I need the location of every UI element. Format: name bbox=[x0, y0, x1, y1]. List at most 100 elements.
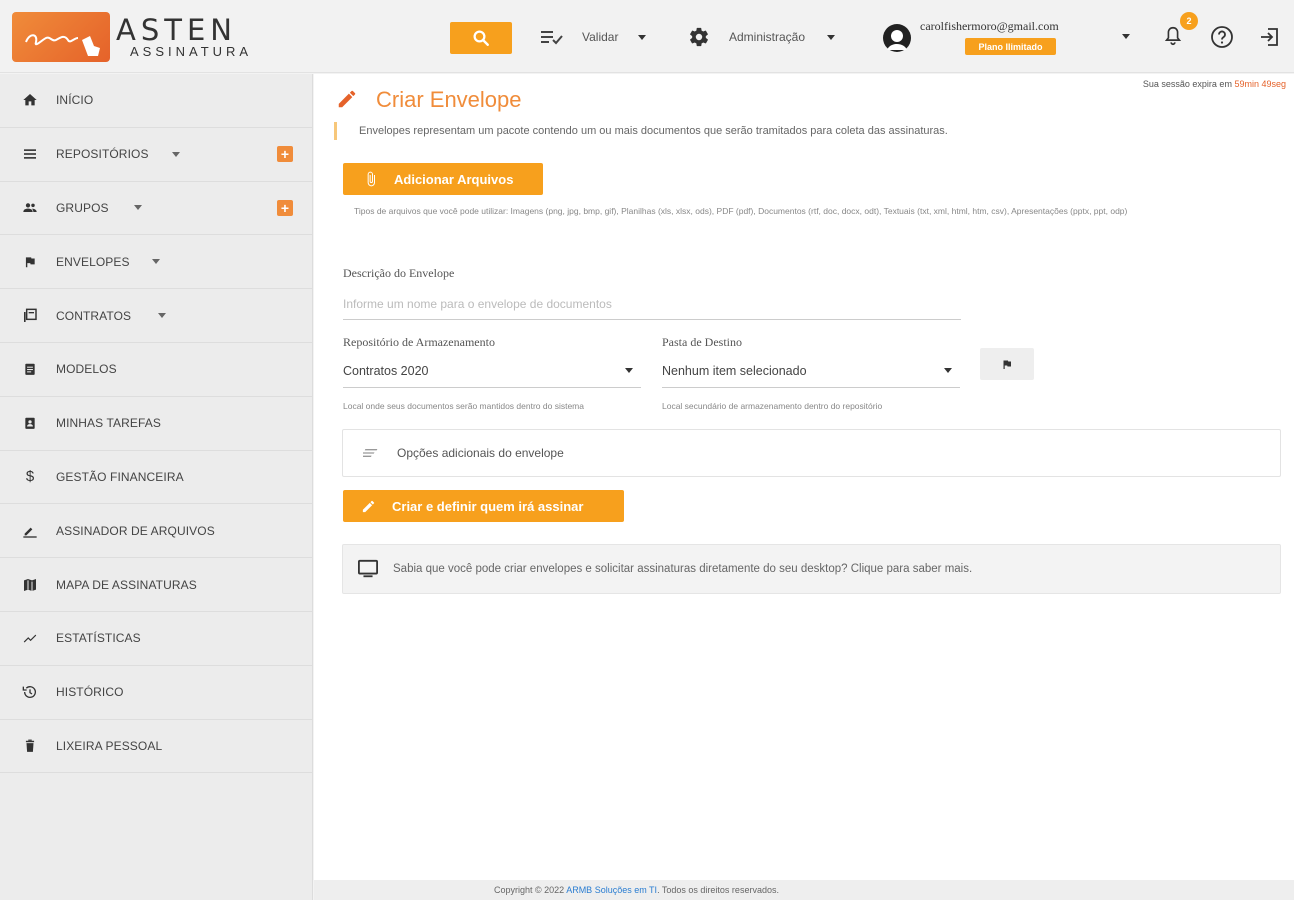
chevron-down-icon bbox=[158, 313, 166, 319]
user-menu-chevron-icon[interactable] bbox=[1122, 34, 1130, 39]
footer: Copyright © 2022 ARMB Soluções em TI. To… bbox=[314, 880, 1294, 900]
brand-logo[interactable] bbox=[12, 12, 110, 62]
folder-select[interactable]: Nenhum item selecionado bbox=[662, 354, 960, 388]
file-types-hint: Tipos de arquivos que você pode utilizar… bbox=[354, 206, 1128, 216]
repo-hint: Local onde seus documentos serão mantido… bbox=[343, 401, 584, 411]
dollar-icon: $ bbox=[25, 468, 35, 486]
sidebar-item-historico[interactable]: HISTÓRICO bbox=[0, 666, 312, 720]
user-email[interactable]: carolfishermoro@gmail.com bbox=[920, 19, 1059, 34]
sidebar-item-label: GRUPOS bbox=[56, 200, 109, 215]
help-icon bbox=[1211, 26, 1233, 48]
select-folder-button[interactable] bbox=[980, 348, 1034, 380]
sidebar-item-label: HISTÓRICO bbox=[56, 685, 124, 700]
pencil-icon bbox=[338, 90, 356, 108]
add-repository-button[interactable]: + bbox=[277, 146, 293, 163]
sidebar-item-gestao-financeira[interactable]: $ GESTÃO FINANCEIRA bbox=[0, 451, 312, 505]
footer-copyright: Copyright © 2022 ARMB Soluções em TI. To… bbox=[494, 885, 779, 895]
folder-selected-value: Nenhum item selecionado bbox=[662, 363, 807, 378]
sidebar-item-label: LIXEIRA PESSOAL bbox=[56, 738, 163, 753]
signature-logo-icon bbox=[25, 34, 100, 56]
library-icon bbox=[20, 306, 40, 326]
monitor-icon bbox=[358, 559, 378, 578]
create-envelope-label: Criar e definir quem irá assinar bbox=[392, 498, 584, 514]
footer-company-link[interactable]: ARMB Soluções em TI bbox=[566, 885, 657, 895]
pencil-icon bbox=[362, 500, 375, 512]
trash-icon bbox=[20, 736, 40, 756]
chevron-down-icon bbox=[944, 368, 952, 373]
sidebar-item-repositorios[interactable]: REPOSITÓRIOS + bbox=[0, 128, 312, 182]
search-button[interactable] bbox=[450, 22, 512, 54]
folder-hint: Local secundário de armazenamento dentro… bbox=[662, 401, 883, 411]
envelope-desc-input[interactable] bbox=[343, 288, 961, 320]
sidebar-item-minhas-tarefas[interactable]: MINHAS TAREFAS bbox=[0, 397, 312, 451]
checklist-icon bbox=[541, 31, 563, 45]
sidebar-item-label: GESTÃO FINANCEIRA bbox=[56, 469, 184, 484]
sidebar-item-assinador-de-arquivos[interactable]: ASSINADOR DE ARQUIVOS bbox=[0, 504, 312, 559]
page-title: Criar Envelope bbox=[376, 87, 522, 112]
sign-icon bbox=[20, 521, 40, 541]
map-icon bbox=[20, 575, 40, 595]
session-prefix: Sua sessão expira em bbox=[1142, 79, 1232, 89]
people-icon bbox=[20, 198, 40, 218]
sidebar: INÍCIO REPOSITÓRIOS + GRUPOS + ENVELOPES… bbox=[0, 74, 313, 900]
folder-label: Pasta de Destino bbox=[662, 335, 742, 349]
home-icon bbox=[20, 90, 40, 110]
logout-button[interactable] bbox=[1258, 25, 1282, 49]
additional-options-label: Opções adicionais do envelope bbox=[397, 446, 564, 460]
options-icon bbox=[363, 449, 378, 457]
main-content: Sua sessão expira em 59min 49seg Criar E… bbox=[314, 74, 1294, 880]
chevron-down-icon bbox=[152, 259, 160, 265]
add-files-button[interactable]: Adicionar Arquivos bbox=[343, 163, 543, 195]
sidebar-item-label: ENVELOPES bbox=[56, 254, 130, 269]
admin-menu[interactable]: Administração bbox=[688, 25, 836, 49]
sidebar-item-estatisticas[interactable]: ESTATÍSTICAS bbox=[0, 612, 312, 666]
sidebar-item-label: INÍCIO bbox=[56, 93, 94, 108]
repo-selected-value: Contratos 2020 bbox=[343, 363, 429, 378]
sidebar-item-lixeira-pessoal[interactable]: LIXEIRA PESSOAL bbox=[0, 720, 312, 774]
chevron-down-icon bbox=[625, 368, 633, 373]
user-avatar[interactable] bbox=[882, 23, 912, 53]
flag-icon bbox=[20, 252, 40, 272]
footer-prefix: Copyright © 2022 bbox=[494, 885, 565, 895]
sidebar-item-label: ESTATÍSTICAS bbox=[56, 631, 141, 646]
paperclip-icon bbox=[367, 171, 375, 187]
brand-subtitle: ASSINATURA bbox=[130, 44, 253, 59]
chevron-down-icon bbox=[638, 34, 647, 40]
create-envelope-button[interactable]: Criar e definir quem irá assinar bbox=[343, 490, 624, 522]
sidebar-item-envelopes[interactable]: ENVELOPES bbox=[0, 235, 312, 290]
add-group-button[interactable]: + bbox=[277, 199, 293, 216]
list-icon bbox=[20, 144, 40, 164]
sidebar-item-modelos[interactable]: MODELOS bbox=[0, 343, 312, 397]
gear-icon bbox=[690, 27, 708, 47]
top-header: ASTEN ASSINATURA Validar Administração c… bbox=[0, 0, 1294, 73]
session-timer: Sua sessão expira em 59min 49seg bbox=[1143, 79, 1286, 89]
sidebar-item-label: MODELOS bbox=[56, 362, 117, 377]
chart-icon bbox=[20, 628, 40, 648]
repo-select[interactable]: Contratos 2020 bbox=[343, 354, 641, 388]
logout-icon bbox=[1261, 28, 1278, 46]
sidebar-item-label: MINHAS TAREFAS bbox=[56, 416, 161, 431]
description-accent-bar bbox=[334, 122, 337, 140]
sidebar-item-label: MAPA DE ASSINATURAS bbox=[56, 577, 197, 592]
notification-count-badge: 2 bbox=[1180, 12, 1198, 30]
sidebar-item-label: CONTRATOS bbox=[56, 308, 132, 323]
desktop-info-banner[interactable]: Sabia que você pode criar envelopes e so… bbox=[342, 544, 1281, 594]
sidebar-item-mapa-de-assinaturas[interactable]: MAPA DE ASSINATURAS bbox=[0, 558, 312, 612]
chevron-down-icon bbox=[134, 205, 142, 211]
sidebar-item-label: ASSINADOR DE ARQUIVOS bbox=[56, 523, 215, 538]
additional-options-toggle[interactable]: Opções adicionais do envelope bbox=[342, 429, 1281, 477]
sidebar-item-inicio[interactable]: INÍCIO bbox=[0, 74, 312, 128]
help-button[interactable] bbox=[1210, 25, 1234, 49]
task-icon bbox=[20, 413, 40, 433]
flag-icon bbox=[1003, 359, 1011, 369]
repo-label: Repositório de Armazenamento bbox=[343, 335, 495, 349]
history-icon bbox=[20, 682, 40, 702]
user-avatar-icon bbox=[883, 24, 911, 52]
envelope-desc-label: Descrição do Envelope bbox=[343, 266, 455, 280]
validar-menu[interactable]: Validar bbox=[540, 25, 647, 49]
validar-label: Validar bbox=[582, 30, 619, 44]
add-files-label: Adicionar Arquivos bbox=[394, 171, 514, 187]
chevron-down-icon bbox=[827, 34, 836, 40]
sidebar-item-contratos[interactable]: CONTRATOS bbox=[0, 289, 312, 343]
sidebar-item-grupos[interactable]: GRUPOS + bbox=[0, 182, 312, 236]
